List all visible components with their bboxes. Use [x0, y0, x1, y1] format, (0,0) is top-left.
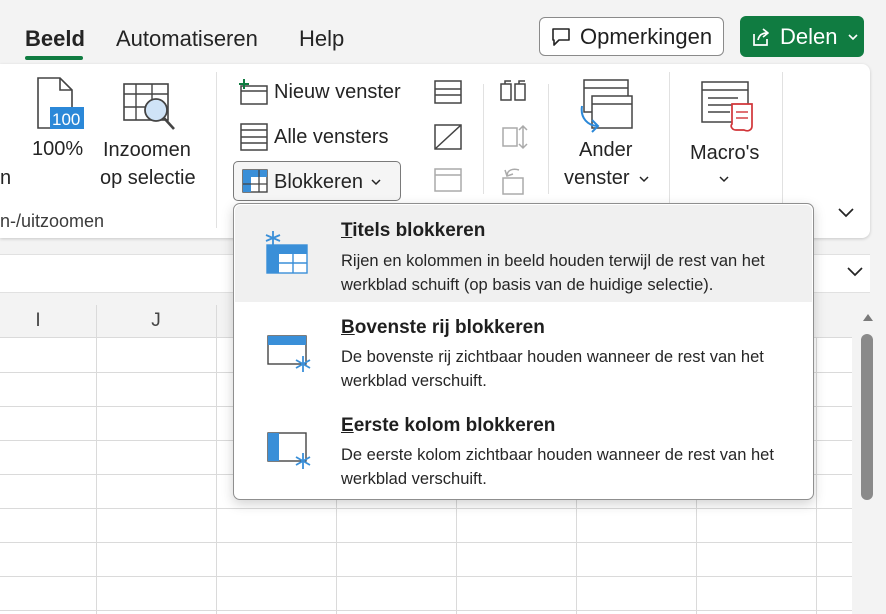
- row-line: [0, 508, 852, 509]
- chevron-down-icon: [371, 179, 381, 186]
- unhide-window-icon: [434, 168, 462, 192]
- zoom-to-selection-button[interactable]: Inzoomen op selectie: [98, 76, 202, 192]
- chevron-down-icon: [848, 33, 859, 40]
- group-separator: [548, 84, 549, 194]
- all-windows-label: Alle vensters: [274, 126, 389, 148]
- new-window-label: Nieuw venster: [274, 81, 401, 103]
- freeze-panes-button[interactable]: Blokkeren: [233, 161, 401, 201]
- freeze-panes-menu: Titels blokkeren Rijen en kolommen in be…: [233, 203, 814, 500]
- switch-window-label-1: Ander: [579, 139, 633, 161]
- ribbon-expand-chevron-icon[interactable]: [836, 205, 856, 221]
- menu-item-title: Titels blokkeren: [341, 220, 486, 241]
- scroll-up-icon[interactable]: [860, 310, 876, 324]
- column-line: [816, 337, 817, 614]
- freeze-panes-icon: [265, 231, 308, 274]
- column-line: [96, 337, 97, 614]
- chevron-down-icon: [639, 176, 649, 183]
- split-icon[interactable]: [433, 78, 463, 106]
- zoom-100-label: 100%: [32, 138, 84, 160]
- freeze-first-column-icon: [267, 432, 311, 469]
- macros-button[interactable]: Macro's: [680, 76, 780, 192]
- menu-item-freeze-top-row[interactable]: Bovenste rij blokkeren De bovenste rij z…: [235, 302, 812, 399]
- zoom-icon-text: 100: [52, 110, 81, 129]
- menu-item-freeze-panes[interactable]: Titels blokkeren Rijen en kolommen in be…: [235, 205, 812, 302]
- comments-button[interactable]: Opmerkingen: [539, 17, 724, 56]
- column-divider: [216, 305, 217, 337]
- arrange-windows-icon: [240, 123, 268, 151]
- switch-window-icon: [580, 79, 633, 133]
- zoom-partial-label: n: [0, 167, 12, 189]
- active-tab-indicator: [25, 56, 83, 60]
- zoom-selection-label-2: op selectie: [100, 167, 196, 189]
- group-separator: [216, 72, 217, 228]
- zoom-group-label: n-/uitzoomen: [0, 211, 105, 231]
- new-window-button[interactable]: Nieuw venster: [236, 78, 416, 108]
- hide-window-icon[interactable]: [433, 122, 463, 152]
- menu-item-title: Bovenste rij blokkeren: [341, 317, 545, 338]
- share-label: Delen: [780, 23, 838, 49]
- zoom-100-button[interactable]: 100 100%: [26, 76, 90, 166]
- chevron-down-icon: [719, 176, 729, 183]
- tab-help[interactable]: Help: [299, 26, 344, 52]
- menu-item-description: De eerste kolom zichtbaar houden wanneer…: [341, 446, 774, 488]
- menu-item-description: De bovenste rij zichtbaar houden wanneer…: [341, 348, 764, 390]
- column-line: [216, 337, 217, 614]
- arrange-all-button[interactable]: Alle vensters: [236, 122, 416, 152]
- macros-icon: [701, 81, 753, 132]
- formula-bar-expand-icon[interactable]: [845, 264, 865, 280]
- row-line: [0, 610, 852, 611]
- switch-windows-button[interactable]: Ander venster: [558, 76, 658, 192]
- group-separator: [483, 84, 484, 194]
- vertical-scrollbar-thumb[interactable]: [861, 334, 873, 500]
- macros-label: Macro's: [690, 142, 760, 164]
- comments-label: Opmerkingen: [580, 23, 713, 49]
- menu-item-freeze-first-column[interactable]: Eerste kolom blokkeren De eerste kolom z…: [235, 399, 812, 496]
- view-side-by-side-icon[interactable]: [499, 78, 529, 104]
- switch-window-label-2: venster: [564, 167, 630, 189]
- column-header-j[interactable]: J: [96, 305, 216, 337]
- column-header-i[interactable]: I: [0, 305, 76, 337]
- row-line: [0, 542, 852, 543]
- zoom-selection-icon: [123, 83, 175, 130]
- share-button[interactable]: Delen: [740, 16, 864, 57]
- menu-item-description: Rijen en kolommen in beeld houden terwij…: [341, 252, 765, 294]
- comment-icon: [552, 27, 570, 46]
- freeze-panes-label: Blokkeren: [274, 171, 363, 193]
- tab-automatiseren[interactable]: Automatiseren: [116, 26, 258, 52]
- new-window-icon: [239, 79, 268, 105]
- synchronous-scrolling-icon: [502, 124, 528, 150]
- tab-beeld[interactable]: Beeld: [25, 26, 85, 52]
- freeze-top-row-icon: [267, 335, 311, 372]
- zoom-selection-label-1: Inzoomen: [103, 139, 191, 161]
- menu-item-title: Eerste kolom blokkeren: [341, 415, 556, 436]
- row-line: [0, 576, 852, 577]
- reset-window-position-icon: [502, 168, 524, 195]
- freeze-panes-icon: [242, 169, 268, 193]
- share-icon: [753, 27, 769, 46]
